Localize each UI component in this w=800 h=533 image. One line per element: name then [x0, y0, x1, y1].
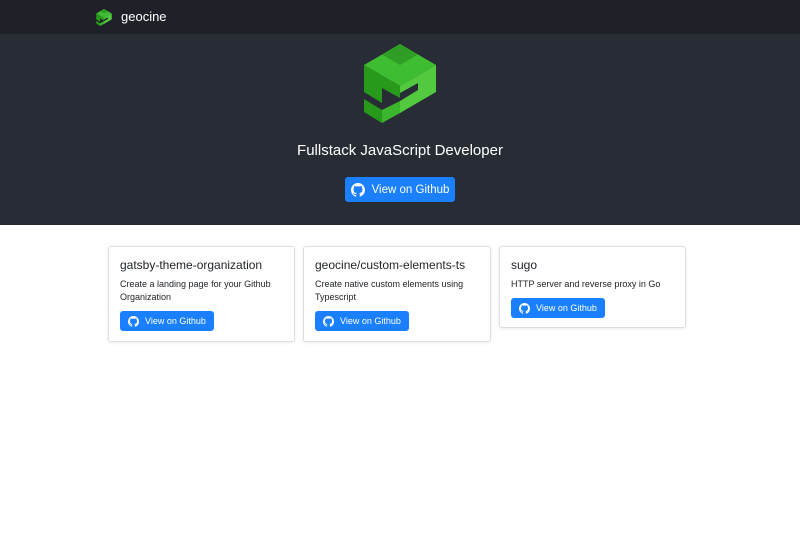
navbar: geocine — [0, 0, 800, 34]
project-card: gatsby-theme-organization Create a landi… — [108, 246, 295, 342]
github-icon — [519, 302, 530, 314]
project-title: gatsby-theme-organization — [120, 258, 263, 272]
brand-link[interactable]: geocine — [96, 8, 167, 26]
project-title: sugo — [511, 258, 538, 272]
view-on-github-button[interactable]: View on Github — [345, 177, 455, 202]
geocine-logo-icon — [364, 44, 436, 123]
project-card: sugo HTTP server and reverse proxy in Go… — [499, 246, 686, 328]
geocine-logo-icon — [96, 8, 112, 26]
view-on-github-button[interactable]: View on Github — [315, 311, 409, 331]
project-description: Create a landing page for your Github Or… — [120, 279, 271, 302]
project-card: geocine/custom-elements-ts Create native… — [303, 246, 491, 342]
github-icon — [350, 182, 365, 197]
github-icon — [323, 315, 334, 327]
button-label: View on Github — [340, 316, 401, 326]
github-icon — [128, 315, 139, 327]
view-on-github-button[interactable]: View on Github — [511, 298, 605, 318]
brand-name: geocine — [121, 9, 167, 24]
project-description: Create native custom elements using Type… — [315, 279, 464, 302]
project-title: geocine/custom-elements-ts — [315, 258, 466, 272]
button-label: View on Github — [145, 316, 206, 326]
hero-section: Fullstack JavaScript Developer View on G… — [0, 34, 800, 225]
project-description: HTTP server and reverse proxy in Go — [511, 279, 661, 289]
button-label: View on Github — [371, 183, 450, 196]
hero-title: Fullstack JavaScript Developer — [297, 142, 503, 159]
button-label: View on Github — [536, 303, 597, 313]
view-on-github-button[interactable]: View on Github — [120, 311, 214, 331]
